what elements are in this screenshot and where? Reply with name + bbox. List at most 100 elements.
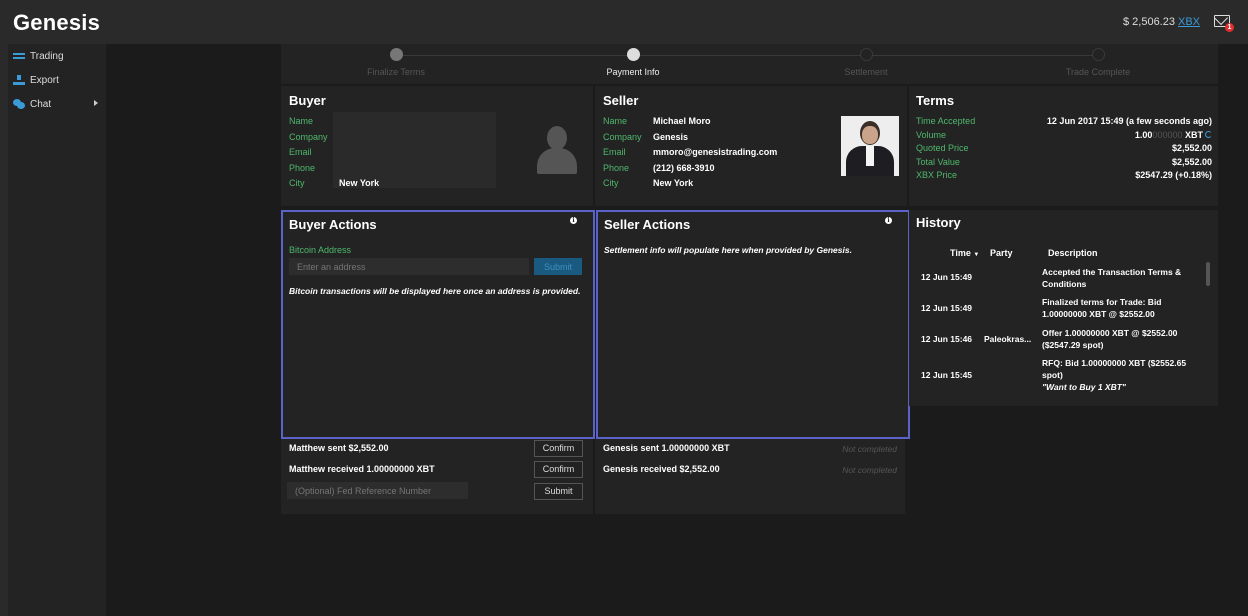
volume-dim: 000000	[1152, 129, 1183, 140]
buyer-actions-note: Bitcoin transactions will be displayed h…	[289, 286, 581, 296]
export-icon	[13, 75, 25, 85]
seller-actions-note: Settlement info will populate here when …	[604, 245, 852, 255]
column-time-label: Time	[950, 248, 971, 258]
sidebar-item-trading[interactable]: Trading	[8, 44, 106, 68]
seller-panel: Seller Name Michael Moro Company Genesis E…	[595, 86, 907, 206]
column-header-description[interactable]: Description	[1048, 248, 1098, 258]
terms-value: 12 Jun 2017 15:49 (a few seconds ago)	[1046, 116, 1212, 126]
history-panel: History Time ▼ Party Description 12 Jun …	[909, 210, 1218, 406]
sort-down-icon: ▼	[973, 252, 980, 258]
chat-icon	[13, 99, 25, 109]
history-title: History	[916, 215, 961, 230]
trading-icon	[13, 51, 25, 61]
step-dot	[859, 48, 873, 61]
avatar-placeholder-icon	[537, 126, 577, 176]
seller-received-text: Genesis received $2,552.00	[603, 464, 720, 474]
buyer-title: Buyer	[289, 93, 326, 108]
history-time: 12 Jun 15:45	[921, 370, 973, 380]
mail-badge: 1	[1225, 23, 1234, 32]
buyer-actions-title: Buyer Actions	[289, 217, 377, 232]
seller-email-label: Email	[603, 147, 626, 157]
bitcoin-address-input[interactable]	[289, 258, 529, 275]
history-note: "Want to Buy 1 XBT"	[1042, 382, 1126, 392]
terms-row-quoted: Quoted Price $2,552.00	[916, 142, 1212, 156]
address-submit-button[interactable]: Submit	[534, 258, 582, 275]
history-description: Offer 1.00000000 XBT @ $2552.00 ($2547.2…	[1042, 328, 1178, 350]
step-payment-info: Payment Info	[518, 48, 748, 77]
bitcoin-address-label: Bitcoin Address	[289, 245, 352, 255]
buyer-city-label: City	[289, 178, 305, 188]
buyer-received-text: Matthew received 1.00000000 XBT	[289, 464, 435, 474]
history-description-block: RFQ: Bid 1.00000000 XBT ($2552.65 spot) …	[1042, 357, 1202, 393]
history-description: Accepted the Transaction Terms & Conditi…	[1042, 267, 1182, 289]
seller-company-value: Genesis	[653, 131, 689, 142]
info-icon[interactable]: i	[570, 217, 577, 224]
terms-volume-value: 1.00000000 XBT	[1135, 129, 1212, 143]
seller-city-label: City	[603, 178, 619, 188]
buyer-actions-panel: Buyer Actions i Bitcoin Address Submit B…	[281, 210, 595, 439]
seller-sent-status: Not completed	[842, 444, 897, 454]
buyer-phone-label: Phone	[289, 162, 316, 173]
terms-panel: Terms Time Accepted 12 Jun 2017 15:49 (a …	[909, 86, 1218, 206]
terms-label: Volume	[916, 129, 947, 140]
buyer-name-label: Name	[289, 116, 314, 126]
terms-row-total: Total Value $2,552.00	[916, 156, 1212, 170]
sidebar-item-chat[interactable]: Chat	[8, 92, 106, 116]
buyer-panel: Buyer Name Company Email Phone City New Y…	[281, 86, 593, 206]
sidebar: Trading Export Chat	[8, 44, 106, 616]
history-time: 12 Jun 15:46	[921, 334, 973, 344]
left-edge	[0, 44, 8, 616]
terms-label: Time Accepted	[916, 116, 976, 126]
app-logo[interactable]: Genesis	[13, 10, 100, 36]
seller-transactions: Genesis sent 1.00000000 XBT Not complete…	[595, 439, 905, 514]
sidebar-item-label: Trading	[30, 50, 64, 62]
balance-currency-link[interactable]: XBX	[1178, 16, 1200, 28]
account-balance: $ 2,506.23 XBX	[1123, 16, 1200, 28]
history-scrollbar[interactable]	[1206, 262, 1210, 286]
history-time: 12 Jun 15:49	[921, 303, 973, 313]
history-row: 12 Jun 15:46 Paleokras... Offer 1.000000…	[915, 325, 1201, 353]
chevron-right-icon	[94, 100, 98, 106]
history-party: Paleokras...	[984, 334, 1032, 344]
volume-unit: XBT	[1185, 129, 1203, 140]
seller-details: Name Michael Moro Company Genesis Email mmo…	[603, 114, 777, 192]
terms-row-xbx: XBX Price $2547.29 (+0.18%)	[916, 169, 1212, 183]
seller-actions-title: Seller Actions	[604, 217, 691, 232]
step-settlement: Settlement	[751, 48, 981, 77]
seller-city-value: New York	[653, 178, 694, 188]
seller-phone-label: Phone	[603, 162, 630, 173]
step-finalize-terms: Finalize Terms	[281, 48, 511, 77]
balance-amount: $ 2,506.23	[1122, 16, 1175, 28]
seller-name-value: Michael Moro	[653, 116, 711, 126]
fed-reference-input[interactable]	[287, 482, 468, 499]
seller-company-label: Company	[603, 131, 642, 142]
buyer-transactions: Matthew sent $2,552.00 Confirm Matthew r…	[281, 439, 593, 514]
step-trade-complete: Trade Complete	[983, 48, 1213, 77]
info-icon[interactable]: i	[885, 217, 892, 224]
seller-avatar	[841, 116, 899, 176]
seller-title: Seller	[603, 93, 639, 108]
trade-progress: Finalize Terms Payment Info Settlement T…	[281, 44, 1218, 84]
step-label: Payment Info	[606, 67, 660, 77]
buyer-city-value: New York	[339, 178, 380, 188]
step-dot	[626, 48, 640, 61]
seller-name-label: Name	[603, 116, 628, 126]
column-header-party[interactable]: Party	[990, 248, 1013, 258]
column-header-time[interactable]: Time ▼	[950, 248, 979, 258]
sidebar-item-label: Export	[30, 74, 59, 86]
history-description: RFQ: Bid 1.00000000 XBT ($2552.65 spot)	[1042, 358, 1187, 380]
sidebar-item-export[interactable]: Export	[8, 68, 106, 92]
buyer-details: Name Company Email Phone City New York	[289, 114, 379, 192]
terms-details: Time Accepted 12 Jun 2017 15:49 (a few se…	[916, 115, 1212, 183]
terms-label: XBX Price	[916, 170, 958, 180]
confirm-sent-button[interactable]: Confirm	[534, 440, 583, 457]
reference-submit-button[interactable]: Submit	[534, 483, 583, 500]
step-dot	[389, 48, 403, 61]
terms-row-volume: Volume 1.00000000 XBT	[916, 129, 1212, 143]
top-bar: Genesis $ 2,506.23 XBX 1	[0, 0, 1248, 44]
step-label: Trade Complete	[1065, 67, 1131, 77]
terms-label: Quoted Price	[916, 143, 969, 153]
confirm-received-button[interactable]: Confirm	[534, 461, 583, 478]
refresh-icon[interactable]	[1205, 130, 1212, 138]
step-label: Settlement	[844, 67, 888, 77]
